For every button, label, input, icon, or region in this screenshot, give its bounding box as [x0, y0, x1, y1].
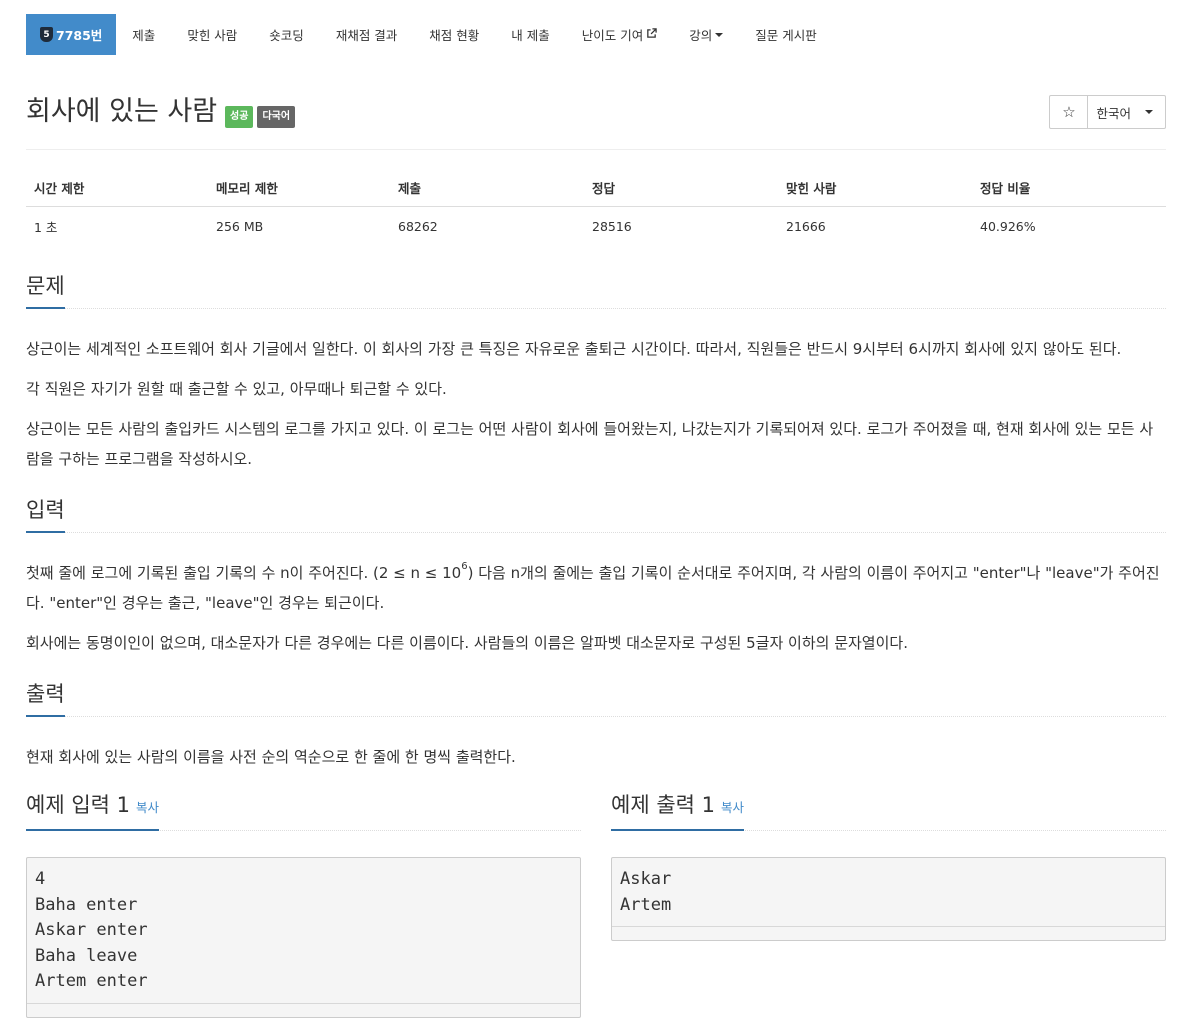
- header-submissions: 제출: [390, 170, 584, 207]
- status-badge-success: 성공: [225, 106, 254, 128]
- sample-input-headline: 예제 입력 1 복사: [26, 789, 581, 831]
- sample-output-box[interactable]: Askar Artem: [611, 857, 1166, 941]
- page-title: 회사에 있는 사람: [26, 96, 218, 127]
- solved-users-value: 21666: [786, 219, 826, 234]
- tab-problem-label: 7785번: [56, 28, 103, 43]
- header-solved-users: 맞힌 사람: [778, 170, 972, 207]
- chevron-down-icon: [1145, 110, 1153, 114]
- tab-rejudge-results[interactable]: 재채점 결과: [320, 14, 413, 55]
- tab-solved-users[interactable]: 맞힌 사람: [171, 14, 253, 55]
- section-description-title: 문제: [26, 274, 65, 309]
- sample-input-label: 예제 입력 1: [26, 793, 130, 817]
- tab-problem[interactable]: 5 7785번: [26, 14, 117, 55]
- tab-short-coding[interactable]: 숏코딩: [253, 14, 320, 55]
- tier-badge-icon: 5: [40, 27, 53, 42]
- table-header-row: 시간 제한 메모리 제한 제출 정답 맞힌 사람 정답 비율: [26, 170, 1166, 207]
- tab-qna-board[interactable]: 질문 게시판: [739, 14, 832, 55]
- submissions-value: 68262: [398, 219, 438, 234]
- sample-output-headline: 예제 출력 1 복사: [611, 789, 1166, 831]
- tab-submit[interactable]: 제출: [116, 14, 171, 55]
- input-paragraph: 첫째 줄에 로그에 기록된 출입 기록의 수 n이 주어진다. (2 ≤ n ≤…: [26, 558, 1166, 618]
- sample-input-text: 4 Baha enter Askar enter Baha leave Arte…: [35, 869, 148, 991]
- section-input-headline: 입력: [26, 491, 1166, 533]
- header-memory-limit: 메모리 제한: [208, 170, 390, 207]
- badge-multilingual: 다국어: [257, 106, 296, 128]
- tab-difficulty-label: 난이도 기여: [581, 28, 644, 43]
- description-paragraph: 상근이는 모든 사람의 출입카드 시스템의 로그를 가지고 있다. 이 로그는 …: [26, 420, 1154, 468]
- header-time-limit: 시간 제한: [26, 170, 208, 207]
- accepted-value: 28516: [592, 219, 632, 234]
- tab-lectures[interactable]: 강의: [673, 14, 739, 55]
- tab-status[interactable]: 채점 현황: [413, 14, 495, 55]
- external-link-icon: [646, 27, 657, 42]
- sample-output-label: 예제 출력 1: [611, 793, 715, 817]
- input-paragraph: 회사에는 동명이인이 없으며, 대소문자가 다른 경우에는 다른 이름이다. 사…: [26, 634, 908, 652]
- problem-page: 5 7785번 제출 맞힌 사람 숏코딩 재채점 결과 채점 현황 내 제출 난…: [0, 0, 1187, 1036]
- sample-output-title: 예제 출력 1 복사: [611, 793, 745, 831]
- title-row: 회사에 있는 사람 성공 다국어: [26, 95, 296, 129]
- divider: [26, 149, 1166, 150]
- tab-difficulty-contribution[interactable]: 난이도 기여: [566, 14, 673, 55]
- sample-input-box[interactable]: 4 Baha enter Askar enter Baha leave Arte…: [26, 857, 581, 1018]
- language-select[interactable]: 한국어: [1088, 95, 1166, 129]
- problem-info-table: 시간 제한 메모리 제한 제출 정답 맞힌 사람 정답 비율 1 초 256 M…: [26, 170, 1166, 246]
- copy-sample-input-button[interactable]: 복사: [136, 800, 159, 815]
- section-output-headline: 출력: [26, 675, 1166, 717]
- output-paragraph: 현재 회사에 있는 사람의 이름을 사전 순의 역순으로 한 줄에 한 명씩 출…: [26, 748, 516, 766]
- sample-input-title: 예제 입력 1 복사: [26, 793, 160, 831]
- title-buttons: ☆ 한국어: [1049, 95, 1166, 129]
- time-limit-value: 1 초: [34, 220, 58, 235]
- header-accepted: 정답: [584, 170, 778, 207]
- description-paragraph: 각 직원은 자기가 원할 때 출근할 수 있고, 아무때나 퇴근할 수 있다.: [26, 380, 447, 398]
- header-accept-rate: 정답 비율: [972, 170, 1166, 207]
- tab-my-submissions[interactable]: 내 제출: [495, 14, 565, 55]
- input-text: 첫째 줄에 로그에 기록된 출입 기록의 수 n이 주어진다. (2 ≤ n ≤…: [26, 564, 462, 582]
- accept-rate-value: 40.926%: [980, 219, 1036, 234]
- table-row: 1 초 256 MB 68262 28516 21666 40.926%: [26, 207, 1166, 247]
- chevron-down-icon: [715, 32, 724, 37]
- copy-sample-output-button[interactable]: 복사: [721, 800, 744, 815]
- section-input-title: 입력: [26, 498, 65, 533]
- description-paragraph: 상근이는 세계적인 소프트웨어 회사 기글에서 일한다. 이 회사의 가장 큰 …: [26, 340, 1122, 358]
- tab-lectures-label: 강의: [689, 28, 713, 43]
- code-box-footer: [27, 1003, 580, 1017]
- section-output-title: 출력: [26, 682, 65, 717]
- memory-limit-value: 256 MB: [216, 219, 264, 234]
- star-button[interactable]: ☆: [1049, 95, 1089, 129]
- language-label: 한국어: [1096, 105, 1131, 121]
- code-box-footer: [612, 926, 1165, 940]
- star-icon: ☆: [1062, 103, 1076, 121]
- problem-nav: 5 7785번 제출 맞힌 사람 숏코딩 재채점 결과 채점 현황 내 제출 난…: [26, 14, 833, 55]
- sample-output-text: Askar Artem: [620, 869, 672, 915]
- section-description-headline: 문제: [26, 267, 1166, 309]
